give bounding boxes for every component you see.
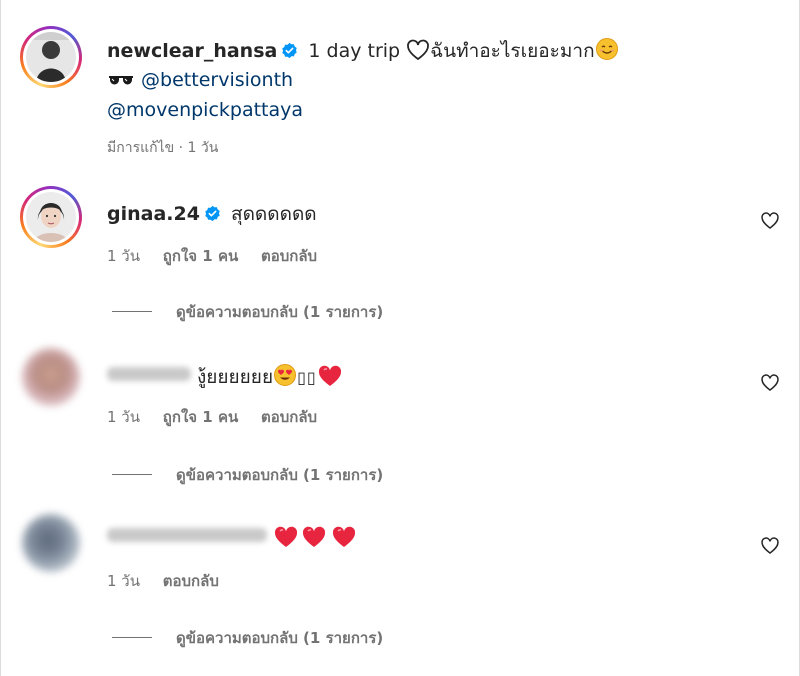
sunglasses-emoji	[109, 76, 133, 85]
heart-emoji	[302, 526, 326, 547]
view-replies-button[interactable]: ดูข้อความตอบกลับ (1 รายการ)	[112, 463, 383, 487]
mention-link[interactable]: @bettervisionth	[141, 69, 293, 91]
view-replies-label: ดูข้อความตอบกลับ (1 รายการ)	[176, 303, 384, 321]
post-author-avatar[interactable]	[20, 26, 82, 88]
blurred-username[interactable]	[107, 367, 191, 381]
reply-button[interactable]: ตอบกลับ	[261, 247, 317, 265]
commenter-avatar[interactable]	[22, 514, 80, 572]
verified-badge-icon	[282, 42, 298, 59]
comment-meta: 1 วัน ตอบกลับ	[107, 569, 237, 593]
caption-text: 1 day trip	[308, 40, 401, 62]
view-replies-label: ดูข้อความตอบกลับ (1 รายการ)	[176, 466, 384, 484]
comment-line	[107, 526, 359, 550]
comment-time: 1 วัน	[107, 247, 140, 265]
post-caption-line: newclear_hansa 1 day trip ฉันทำอะไรเยอะม…	[107, 37, 619, 63]
mention-line-2: @movenpickpattaya	[107, 98, 303, 122]
comment-text: งู้ยยยยยย	[197, 366, 274, 388]
comment-line: ginaa.24 สุดดดดดด	[107, 202, 317, 226]
heart-emoji	[318, 365, 341, 386]
commenter-username[interactable]: ginaa.24	[107, 203, 200, 225]
heart-emoji	[332, 526, 356, 547]
likes-count-button[interactable]: ถูกใจ 1 คน	[163, 247, 238, 265]
white-heart-icon	[407, 39, 430, 61]
verified-badge-icon	[205, 205, 220, 222]
smiling-face-emoji	[595, 38, 618, 60]
view-replies-button[interactable]: ดูข้อความตอบกลับ (1 รายการ)	[112, 300, 383, 324]
like-heart-icon[interactable]	[760, 536, 780, 556]
reply-button[interactable]: ตอบกลับ	[261, 408, 317, 426]
post-meta: มีการแก้ไข · 1 วัน	[107, 137, 236, 159]
commenter-avatar[interactable]	[22, 348, 80, 406]
replies-divider-line	[112, 311, 152, 312]
mention-link[interactable]: @movenpickpattaya	[107, 99, 303, 121]
missing-glyph-text: ▯▯	[297, 368, 317, 387]
comment-line: งู้ยยยยยย ▯▯	[107, 363, 343, 390]
heart-emoji	[274, 526, 298, 547]
comment-meta: 1 วัน ถูกใจ 1 คน ตอบกลับ	[107, 405, 335, 429]
commenter-avatar[interactable]	[20, 186, 82, 248]
mention-line-1: @bettervisionth	[107, 68, 293, 92]
reply-button[interactable]: ตอบกลับ	[163, 572, 219, 590]
edited-time-label: มีการแก้ไข · 1 วัน	[107, 140, 219, 156]
heart-eyes-emoji	[274, 364, 297, 386]
like-heart-icon[interactable]	[760, 211, 780, 231]
comment-text: สุดดดดดด	[231, 203, 317, 225]
comment-time: 1 วัน	[107, 572, 140, 590]
view-replies-button[interactable]: ดูข้อความตอบกลับ (1 รายการ)	[112, 626, 383, 650]
frame-border-left	[0, 0, 1, 676]
replies-divider-line	[112, 637, 152, 638]
comment-meta: 1 วัน ถูกใจ 1 คน ตอบกลับ	[107, 244, 335, 268]
replies-divider-line	[112, 474, 152, 475]
post-author-username[interactable]: newclear_hansa	[107, 40, 277, 62]
comment-time: 1 วัน	[107, 408, 140, 426]
view-replies-label: ดูข้อความตอบกลับ (1 รายการ)	[176, 629, 384, 647]
like-heart-icon[interactable]	[760, 373, 780, 393]
likes-count-button[interactable]: ถูกใจ 1 คน	[163, 408, 238, 426]
caption-thai-text: ฉันทำอะไรเยอะมาก	[430, 40, 595, 62]
blurred-username[interactable]	[107, 528, 267, 542]
